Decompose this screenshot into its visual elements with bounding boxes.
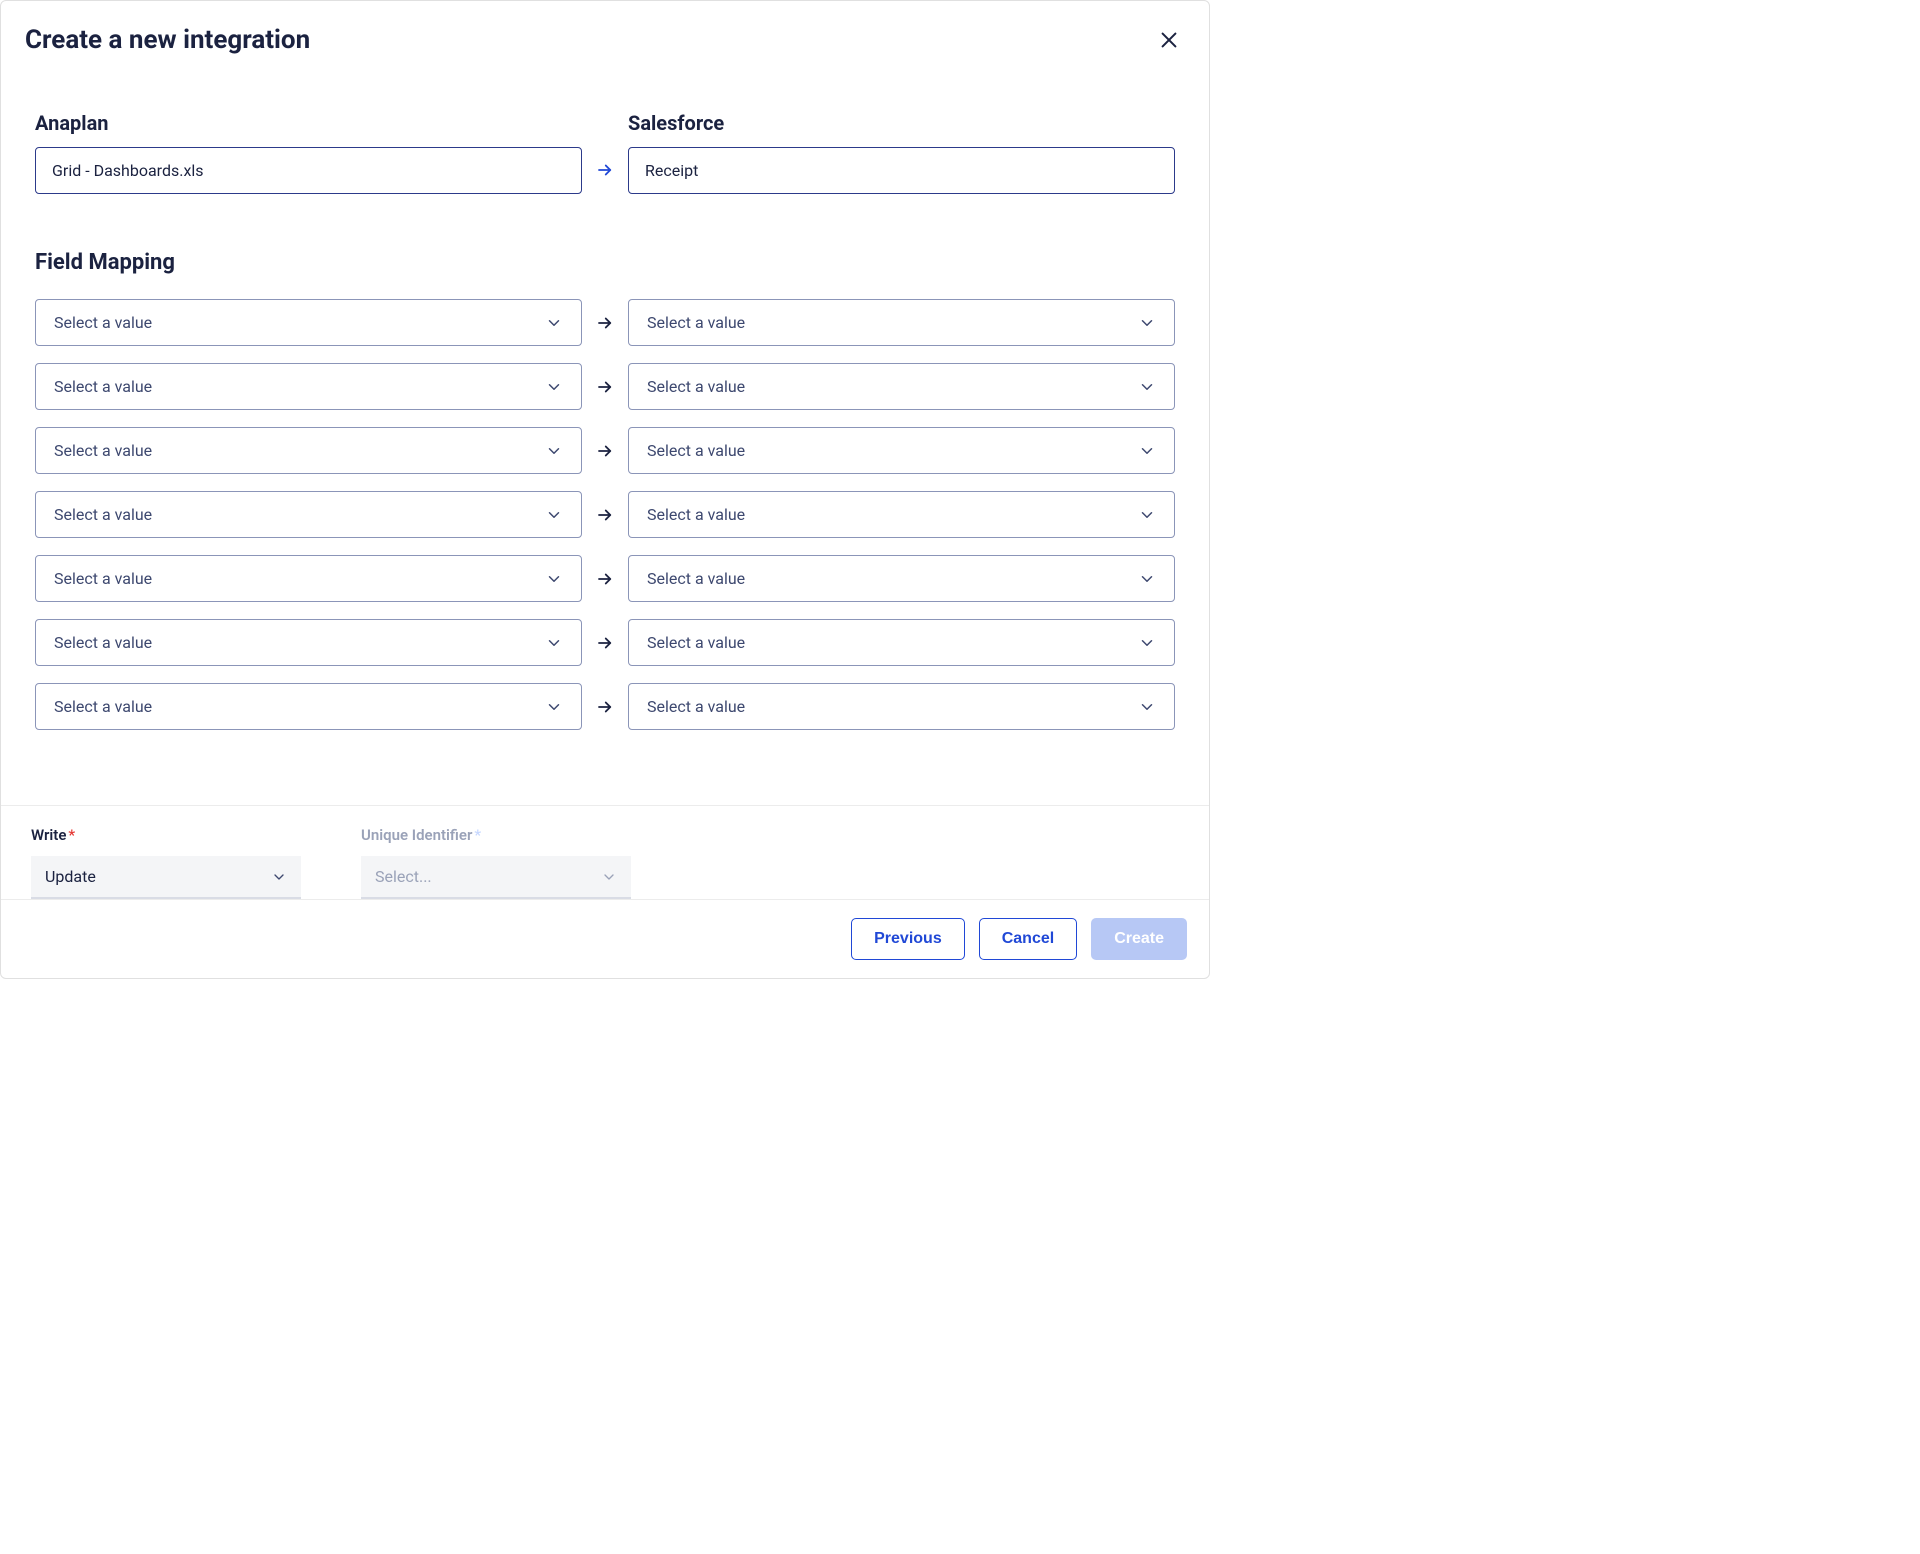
write-field: Write* Update (31, 826, 301, 899)
required-indicator: * (68, 826, 75, 844)
arrow-right-icon (596, 698, 614, 716)
source-column: Anaplan Grid - Dashboards.xls (35, 111, 582, 194)
arrow-right-icon (596, 161, 614, 179)
mapping-source-value: Select a value (54, 377, 152, 396)
arrow-right-icon (596, 378, 614, 396)
mapping-row: Select a value Select a value (35, 491, 1175, 538)
arrow-right-icon (596, 506, 614, 524)
mapping-target-select[interactable]: Select a value (628, 363, 1175, 410)
write-select[interactable]: Update (31, 856, 301, 899)
target-column: Salesforce Receipt (628, 111, 1175, 194)
mapping-row: Select a value Select a value (35, 683, 1175, 730)
target-value-box[interactable]: Receipt (628, 147, 1175, 194)
mapping-source-select[interactable]: Select a value (35, 491, 582, 538)
mapping-target-select[interactable]: Select a value (628, 683, 1175, 730)
arrow-right-icon (596, 314, 614, 332)
chevron-down-icon (1138, 442, 1156, 460)
write-value: Update (45, 867, 96, 886)
mapping-arrow (596, 442, 614, 460)
chevron-down-icon (1138, 570, 1156, 588)
required-indicator-disabled: * (474, 826, 481, 844)
mapping-row: Select a value Select a value (35, 427, 1175, 474)
unique-id-select[interactable]: Select... (361, 856, 631, 899)
mapping-arrow (596, 570, 614, 588)
mapping-source-value: Select a value (54, 441, 152, 460)
chevron-down-icon (545, 378, 563, 396)
mapping-arrow (596, 698, 614, 716)
mapping-source-select[interactable]: Select a value (35, 555, 582, 602)
mapping-arrow (596, 506, 614, 524)
chevron-down-icon (271, 869, 287, 885)
mapping-target-select[interactable]: Select a value (628, 619, 1175, 666)
source-target-row: Anaplan Grid - Dashboards.xls Salesforce… (35, 111, 1175, 194)
mapping-row: Select a value Select a value (35, 363, 1175, 410)
mapping-arrow (596, 314, 614, 332)
mapping-arrow (596, 634, 614, 652)
mapping-source-value: Select a value (54, 505, 152, 524)
chevron-down-icon (1138, 378, 1156, 396)
mapping-source-value: Select a value (54, 697, 152, 716)
close-icon (1158, 29, 1180, 51)
previous-button[interactable]: Previous (851, 918, 965, 960)
chevron-down-icon (1138, 634, 1156, 652)
source-value-box[interactable]: Grid - Dashboards.xls (35, 147, 582, 194)
mapping-source-select[interactable]: Select a value (35, 619, 582, 666)
unique-id-field: Unique Identifier* Select... (361, 826, 631, 899)
create-button[interactable]: Create (1091, 918, 1187, 960)
mapping-row: Select a value Select a value (35, 299, 1175, 346)
target-label: Salesforce (628, 111, 1175, 135)
write-label: Write* (31, 826, 301, 844)
unique-id-placeholder: Select... (375, 867, 432, 886)
mapping-source-select[interactable]: Select a value (35, 363, 582, 410)
source-label: Anaplan (35, 111, 582, 135)
mapping-row: Select a value Select a value (35, 555, 1175, 602)
arrow-right-icon (596, 570, 614, 588)
mapping-target-select[interactable]: Select a value (628, 299, 1175, 346)
mapping-target-value: Select a value (647, 377, 745, 396)
mapping-arrow (596, 378, 614, 396)
close-button[interactable] (1157, 28, 1181, 52)
integration-modal: Create a new integration Anaplan Grid - … (0, 0, 1210, 979)
mapping-target-value: Select a value (647, 697, 745, 716)
chevron-down-icon (545, 442, 563, 460)
mapping-source-select[interactable]: Select a value (35, 427, 582, 474)
chevron-down-icon (1138, 698, 1156, 716)
mapping-target-select[interactable]: Select a value (628, 427, 1175, 474)
options-bar: Write* Update Unique Identifier* Select.… (1, 805, 1209, 899)
arrow-right-icon (596, 442, 614, 460)
unique-id-label: Unique Identifier* (361, 826, 631, 844)
target-value: Receipt (645, 161, 698, 180)
chevron-down-icon (601, 869, 617, 885)
cancel-button[interactable]: Cancel (979, 918, 1077, 960)
modal-title: Create a new integration (25, 25, 310, 55)
mapping-source-select[interactable]: Select a value (35, 299, 582, 346)
chevron-down-icon (1138, 506, 1156, 524)
source-arrow (596, 146, 614, 194)
mapping-target-select[interactable]: Select a value (628, 491, 1175, 538)
mapping-target-value: Select a value (647, 633, 745, 652)
modal-content: Anaplan Grid - Dashboards.xls Salesforce… (1, 69, 1209, 805)
mapping-source-value: Select a value (54, 569, 152, 588)
chevron-down-icon (545, 634, 563, 652)
modal-header: Create a new integration (1, 1, 1209, 69)
field-mapping-title: Field Mapping (35, 250, 1175, 275)
chevron-down-icon (545, 698, 563, 716)
mapping-target-value: Select a value (647, 569, 745, 588)
source-value: Grid - Dashboards.xls (52, 161, 204, 180)
mapping-source-value: Select a value (54, 633, 152, 652)
chevron-down-icon (545, 506, 563, 524)
mapping-source-select[interactable]: Select a value (35, 683, 582, 730)
mapping-source-value: Select a value (54, 313, 152, 332)
mapping-target-value: Select a value (647, 313, 745, 332)
field-mapping-list: Select a valueSelect a valueSelect a val… (35, 299, 1175, 747)
chevron-down-icon (545, 314, 563, 332)
mapping-target-value: Select a value (647, 505, 745, 524)
chevron-down-icon (1138, 314, 1156, 332)
mapping-row: Select a value Select a value (35, 619, 1175, 666)
arrow-right-icon (596, 634, 614, 652)
chevron-down-icon (545, 570, 563, 588)
mapping-target-value: Select a value (647, 441, 745, 460)
mapping-target-select[interactable]: Select a value (628, 555, 1175, 602)
modal-footer: Previous Cancel Create (1, 899, 1209, 978)
